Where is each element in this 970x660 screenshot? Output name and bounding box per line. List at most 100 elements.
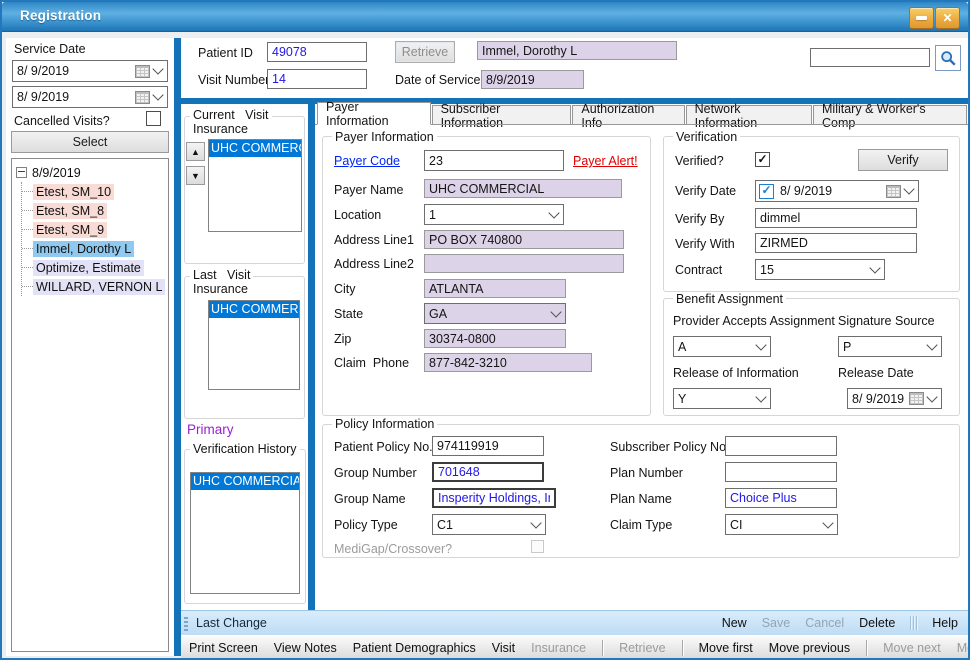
- payer-name-label: Payer Name: [334, 183, 403, 197]
- patient-id-label: Patient ID: [198, 46, 253, 60]
- tree-item-label[interactable]: WILLARD, VERNON L: [33, 279, 165, 295]
- tree-branch-line: [22, 248, 33, 249]
- close-button[interactable]: ✕: [935, 7, 960, 29]
- contract-dropdown[interactable]: 15: [755, 259, 885, 280]
- plan-name-input[interactable]: [725, 488, 837, 508]
- verify-date-checkbox[interactable]: ✓: [759, 184, 774, 199]
- insurance-button[interactable]: Insurance: [531, 641, 586, 655]
- tree-item-label[interactable]: Etest, SM_10: [33, 184, 114, 200]
- release-info-dropdown[interactable]: Y: [673, 388, 771, 409]
- current-insurance-list[interactable]: UHC COMMERCIAL: [208, 139, 302, 232]
- last-insurance-item[interactable]: UHC COMMERCIAL: [209, 301, 299, 318]
- signature-source-label: Signature Source: [838, 314, 935, 328]
- verification-history-list[interactable]: UHC COMMERCIAL: [190, 472, 300, 594]
- insurance-down-button[interactable]: ▼: [186, 166, 205, 185]
- move-first-button[interactable]: Move first: [699, 641, 753, 655]
- verify-with-input[interactable]: [755, 233, 917, 253]
- patient-policy-input[interactable]: [432, 436, 544, 456]
- view-notes-button[interactable]: View Notes: [274, 641, 337, 655]
- provider-accepts-label: Provider Accepts Assignment: [673, 314, 835, 328]
- tree-item[interactable]: Etest, SM_9: [22, 220, 168, 239]
- subscriber-policy-input[interactable]: [725, 436, 837, 456]
- tree-item[interactable]: Optimize, Estimate: [22, 258, 168, 277]
- tree-item-label[interactable]: Optimize, Estimate: [33, 260, 144, 276]
- payer-code-link[interactable]: Payer Code: [334, 154, 400, 168]
- last-insurance-list[interactable]: UHC COMMERCIAL: [208, 300, 300, 390]
- tree-item[interactable]: Etest, SM_10: [22, 182, 168, 201]
- check-icon: ✓: [757, 153, 767, 165]
- verify-button[interactable]: Verify: [858, 149, 948, 171]
- sidebar: Service Date 8/ 9/2019 8/ 9/2019 Cancell…: [6, 38, 174, 656]
- insurance-up-button[interactable]: ▲: [186, 142, 205, 161]
- statusbar-grip-handle[interactable]: [184, 615, 188, 631]
- chevron-down-icon: [903, 183, 914, 194]
- tab-payer-information[interactable]: Payer Information: [317, 102, 431, 125]
- tree-root[interactable]: 8/9/2019: [16, 163, 168, 182]
- cancelled-visits-checkbox[interactable]: [146, 111, 161, 126]
- tree-collapse-icon[interactable]: [16, 167, 27, 178]
- tree-root-date[interactable]: 8/9/2019: [32, 166, 81, 180]
- verification-history-item[interactable]: UHC COMMERCIAL: [191, 473, 299, 490]
- service-date-to-picker[interactable]: 8/ 9/2019: [12, 86, 168, 108]
- chevron-down-icon: [530, 517, 541, 528]
- tree-item-label[interactable]: Etest, SM_8: [33, 203, 107, 219]
- search-input[interactable]: [810, 48, 930, 67]
- date-of-service-field: 8/9/2019: [481, 70, 584, 89]
- tab-military-workers-comp[interactable]: Military & Worker's Comp: [813, 105, 967, 125]
- plan-number-input[interactable]: [725, 462, 837, 482]
- signature-source-dropdown[interactable]: P: [838, 336, 942, 357]
- location-dropdown[interactable]: 1: [424, 204, 564, 225]
- group-number-input[interactable]: [432, 462, 544, 482]
- state-dropdown[interactable]: GA: [424, 303, 566, 324]
- print-screen-button[interactable]: Print Screen: [189, 641, 258, 655]
- payer-code-input[interactable]: [424, 150, 564, 171]
- payer-information-group-label: Payer Information: [332, 130, 437, 144]
- tree-item[interactable]: Etest, SM_8: [22, 201, 168, 220]
- move-next-button[interactable]: Move next: [883, 641, 941, 655]
- current-insurance-item[interactable]: UHC COMMERCIAL: [209, 140, 301, 157]
- patient-id-input[interactable]: [267, 42, 367, 62]
- tab-subscriber-information[interactable]: Subscriber Information: [432, 105, 572, 125]
- cancel-button[interactable]: Cancel: [805, 616, 844, 630]
- medigap-checkbox[interactable]: [531, 540, 544, 553]
- save-button[interactable]: Save: [762, 616, 791, 630]
- tree-item-selected[interactable]: Immel, Dorothy L: [22, 239, 168, 258]
- verified-checkbox[interactable]: ✓: [755, 152, 770, 167]
- policy-type-dropdown[interactable]: C1: [432, 514, 546, 535]
- verify-with-label: Verify With: [675, 237, 735, 251]
- status-bar: Last Change New Save Cancel Delete Help: [181, 610, 968, 635]
- plan-number-label: Plan Number: [610, 466, 683, 480]
- close-icon: ✕: [942, 11, 952, 25]
- delete-button[interactable]: Delete: [859, 616, 895, 630]
- minimize-button[interactable]: [909, 7, 934, 29]
- payer-alert-link[interactable]: Payer Alert!: [573, 154, 638, 168]
- move-previous-button[interactable]: Move previous: [769, 641, 850, 655]
- select-button[interactable]: Select: [11, 131, 169, 153]
- tree-item-label[interactable]: Etest, SM_9: [33, 222, 107, 238]
- verify-date-picker[interactable]: ✓ 8/ 9/2019: [755, 180, 919, 202]
- verify-by-input[interactable]: [755, 208, 917, 228]
- claim-type-dropdown[interactable]: CI: [725, 514, 838, 535]
- registration-window: Registration ✕ Service Date 8/ 9/2019 8/…: [0, 0, 970, 660]
- move-last-button[interactable]: Move last: [957, 641, 970, 655]
- state-value: GA: [429, 307, 552, 321]
- release-date-picker[interactable]: 8/ 9/2019: [847, 388, 942, 409]
- retrieve-button[interactable]: Retrieve: [395, 41, 455, 63]
- service-date-from-picker[interactable]: 8/ 9/2019: [12, 60, 168, 82]
- up-arrow-icon: ▲: [191, 147, 200, 157]
- statusbar-help-button[interactable]: Help: [932, 616, 958, 630]
- new-button[interactable]: New: [722, 616, 747, 630]
- patient-demographics-button[interactable]: Patient Demographics: [353, 641, 476, 655]
- tree-item[interactable]: WILLARD, VERNON L: [22, 277, 168, 296]
- search-button[interactable]: [935, 45, 961, 71]
- visit-number-input[interactable]: [267, 69, 367, 89]
- group-name-input[interactable]: [432, 488, 556, 508]
- title-bar[interactable]: Registration ✕: [2, 2, 968, 32]
- tree-item-label[interactable]: Immel, Dorothy L: [33, 241, 134, 257]
- toolbar-retrieve-button[interactable]: Retrieve: [619, 641, 666, 655]
- visit-button[interactable]: Visit: [492, 641, 515, 655]
- visit-tree[interactable]: 8/9/2019 Etest, SM_10 Etest, SM_8 Etest,…: [11, 158, 169, 652]
- provider-accepts-dropdown[interactable]: A: [673, 336, 771, 357]
- tab-network-information[interactable]: Network Information: [686, 105, 812, 125]
- tab-authorization-info[interactable]: Authorization Info: [572, 105, 684, 125]
